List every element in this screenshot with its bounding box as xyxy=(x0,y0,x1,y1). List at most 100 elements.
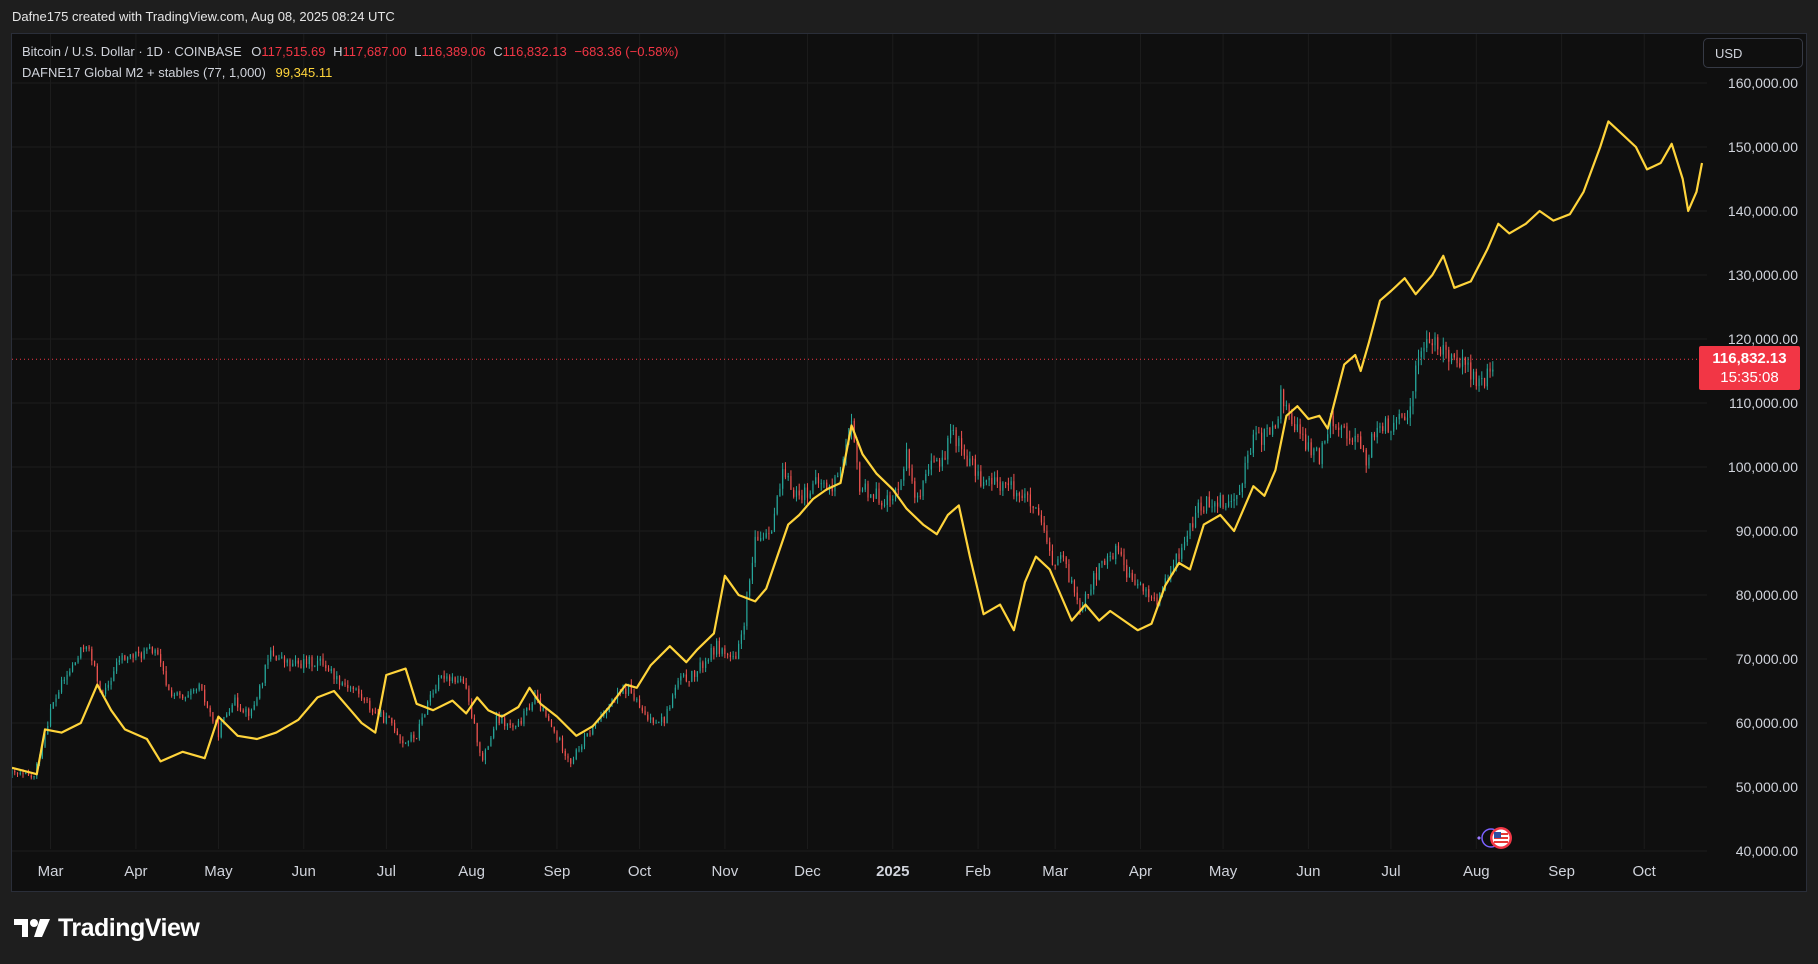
candle-body xyxy=(1492,369,1494,372)
event-flag-us-icon[interactable] xyxy=(1490,827,1512,849)
y-tick-label: 140,000.00 xyxy=(1728,203,1798,219)
candle-body xyxy=(883,504,886,506)
candle-body xyxy=(1197,502,1199,513)
candle-body xyxy=(1266,427,1268,429)
candle-body xyxy=(1338,427,1340,430)
candle-body xyxy=(418,724,420,739)
indicator-legend[interactable]: DAFNE17 Global M2 + stables (77, 1,000) … xyxy=(22,65,332,80)
candle-body xyxy=(738,643,740,659)
candle-body xyxy=(1431,343,1433,346)
candle-body xyxy=(93,660,96,666)
candle-body xyxy=(248,708,250,716)
candle-body xyxy=(1395,419,1398,423)
candle-body xyxy=(900,480,902,490)
candle-body xyxy=(1137,584,1139,586)
candle-body xyxy=(927,469,930,475)
candle-body xyxy=(548,716,550,721)
symbol-title[interactable]: Bitcoin / U.S. Dollar · 1D · COINBASE xyxy=(22,44,242,59)
candle-body xyxy=(520,721,522,724)
candle-body xyxy=(1426,339,1428,348)
candle-body xyxy=(1178,553,1180,559)
y-axis[interactable]: 160,000.00 150,000.00 140,000.00 130,000.00… xyxy=(1728,75,1798,859)
candle-body xyxy=(705,661,707,668)
candle-body xyxy=(1285,404,1287,407)
tradingview-wordmark: TradingView xyxy=(58,913,200,942)
x-tick-label: 2025 xyxy=(876,863,909,880)
candle-body xyxy=(347,685,349,689)
candle-body xyxy=(1090,589,1092,595)
candle-body xyxy=(195,689,198,691)
candle-body xyxy=(60,679,63,693)
y-tick-label: 150,000.00 xyxy=(1728,139,1798,155)
candle-body xyxy=(1109,556,1111,558)
x-axis[interactable]: Mar Apr May Jun Jul Aug Sep Oct Nov Dec 2025 Feb Mar… xyxy=(38,863,1657,880)
candle-body xyxy=(773,513,776,532)
candle-body xyxy=(237,697,239,708)
candle-body xyxy=(58,692,60,699)
indicator-name[interactable]: DAFNE17 Global M2 + stables (77, 1,000) xyxy=(22,65,266,80)
candle-body xyxy=(391,717,393,724)
candle-body xyxy=(881,502,883,506)
candle-body xyxy=(209,707,211,713)
candle-body xyxy=(1087,594,1089,596)
candle-body xyxy=(790,476,792,490)
x-tick-label: Aug xyxy=(1463,863,1490,880)
symbol-legend[interactable]: Bitcoin / U.S. Dollar · 1D · COINBASE O1… xyxy=(22,44,678,59)
x-tick-label: Jul xyxy=(377,863,396,880)
candle-body xyxy=(768,533,770,535)
candle-body xyxy=(1307,442,1310,450)
candle-body xyxy=(914,481,916,498)
x-tick-label: Mar xyxy=(38,863,64,880)
candle-body xyxy=(1343,426,1345,428)
grid-lines xyxy=(12,34,1707,852)
candle-body xyxy=(1156,597,1158,605)
candle-body xyxy=(696,671,698,677)
candle-body xyxy=(886,495,888,505)
candle-body xyxy=(1420,351,1422,358)
candle-body xyxy=(1068,564,1070,583)
candle-body xyxy=(556,731,558,740)
candle-body xyxy=(231,705,233,712)
candle-body xyxy=(294,660,297,664)
candle-body xyxy=(1280,389,1282,419)
candle-body xyxy=(1291,413,1293,425)
candle-body xyxy=(19,773,21,775)
candle-body xyxy=(380,711,382,717)
candle-body xyxy=(1244,462,1246,484)
candle-body xyxy=(129,654,131,658)
candle-body xyxy=(1406,417,1409,421)
chart-pane[interactable]: 160,000.00 150,000.00 140,000.00 130,000.00… xyxy=(11,33,1807,892)
candle-body xyxy=(1194,512,1197,528)
candle-body xyxy=(823,482,825,484)
candle-body xyxy=(303,659,305,669)
currency-button[interactable]: USD xyxy=(1703,38,1803,68)
candle-body xyxy=(267,659,269,665)
candle-body xyxy=(636,699,638,701)
high-value: 117,687.00 xyxy=(342,44,407,59)
x-tick-label: May xyxy=(204,863,233,880)
candle-body xyxy=(1393,422,1395,432)
candle-body xyxy=(490,737,492,747)
candle-body xyxy=(1470,362,1472,380)
candle-body xyxy=(732,656,734,658)
candle-body xyxy=(325,665,327,669)
x-tick-label: Jun xyxy=(1296,863,1320,880)
candle-body xyxy=(443,675,445,679)
candle-body xyxy=(410,734,412,742)
candle-body xyxy=(933,460,935,462)
candle-body xyxy=(771,531,773,534)
candle-body xyxy=(286,659,288,663)
price-chart[interactable]: 160,000.00 150,000.00 140,000.00 130,000.00… xyxy=(12,34,1806,891)
tradingview-logo[interactable]: TradingView xyxy=(14,913,200,942)
candle-body xyxy=(512,724,514,728)
candle-body xyxy=(716,640,718,655)
event-markers[interactable] xyxy=(1470,825,1515,851)
candle-body xyxy=(856,441,858,463)
candle-body xyxy=(228,711,231,715)
candle-body xyxy=(655,722,657,724)
y-tick-label: 50,000.00 xyxy=(1736,779,1798,795)
candle-body xyxy=(641,707,643,711)
candle-body xyxy=(1461,357,1464,367)
candle-body xyxy=(1299,424,1301,434)
x-tick-label: Jun xyxy=(292,863,316,880)
